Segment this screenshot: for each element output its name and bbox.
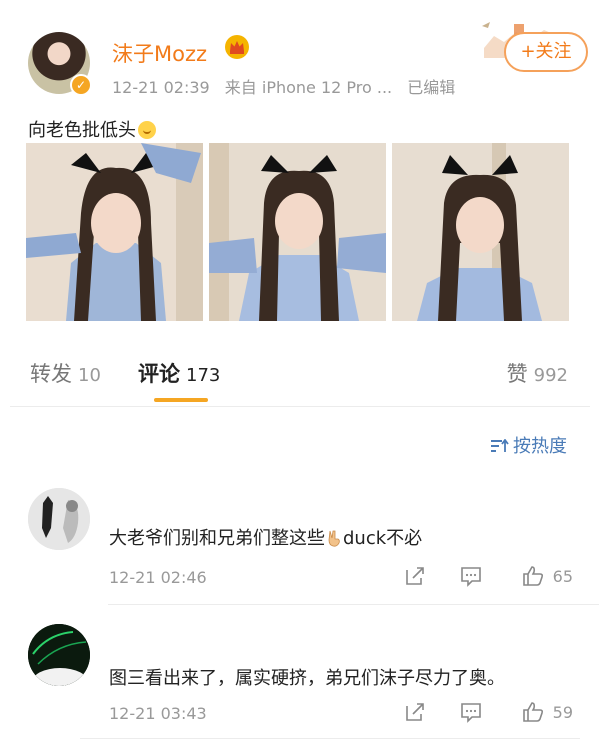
comment-item: 图三看出来了，属实硬挤，弟兄们沫子尽力了奥。 12-21 03:43 59 [28,624,573,742]
tab-forward[interactable]: 转发 10 [30,358,101,388]
post-meta: 12-21 02:39 来自 iPhone 12 Pro ... 已编辑 [112,74,465,98]
comment-text: 大老爷们别和兄弟们整这些 duck不必 [109,524,422,550]
commenter-avatar[interactable] [28,624,90,686]
post-photo-3[interactable] [392,143,569,321]
like-count: 65 [552,567,573,586]
active-tab-indicator [154,398,208,402]
comment-divider [108,604,599,605]
tab-forward-count: 10 [78,365,101,386]
detail-tabs: 转发 10 评论 173 赞 992 [30,358,568,402]
tab-likes[interactable]: 赞 992 [507,358,568,388]
post-body: 向老色批低头 [28,116,156,142]
crown-icon [225,35,249,59]
like-count: 59 [552,703,573,722]
post-header: ✓ 沫子Mozz 12-21 02:39 来自 iPhone 12 Pro ..… [28,22,588,102]
like-icon[interactable] [521,700,545,724]
commenter-avatar[interactable] [28,488,90,550]
post-time: 12-21 02:39 [112,78,210,97]
author-avatar[interactable]: ✓ [28,32,92,96]
sort-icon [491,439,509,452]
tab-forward-label: 转发 [30,362,72,386]
post-photo-1[interactable] [26,143,203,321]
post-photo-2[interactable] [209,143,386,321]
shy-face-emoji [138,121,156,139]
comment-text: 图三看出来了，属实硬挤，弟兄们沫子尽力了奥。 [109,668,505,689]
sort-button[interactable]: 按热度 [491,432,567,458]
author-name[interactable]: 沫子Mozz [112,38,207,68]
post-source[interactable]: 来自 iPhone 12 Pro ... [225,78,392,97]
comment-time: 12-21 03:43 [109,704,207,723]
tab-comments-count: 173 [186,365,221,386]
tabs-divider [10,406,590,407]
post-text: 向老色批低头 [28,120,136,141]
sort-label: 按热度 [513,436,567,457]
reply-icon[interactable] [459,564,483,588]
victory-hand-emoji [328,530,340,547]
comment-text-part1: 大老爷们别和兄弟们整这些 [109,528,325,549]
comment-divider [80,738,580,739]
comment-actions: 59 [373,700,573,726]
like-icon[interactable] [521,564,545,588]
share-icon[interactable] [403,700,427,724]
tab-likes-label: 赞 [506,362,528,386]
tab-likes-count: 992 [533,365,568,386]
comment-text-part2: duck不必 [343,528,423,549]
verified-icon: ✓ [70,74,92,96]
comment-actions: 65 [373,564,573,590]
tab-comments-label: 评论 [138,362,180,386]
photo-grid [26,143,570,321]
comment-time: 12-21 02:46 [109,568,207,587]
share-icon[interactable] [403,564,427,588]
reply-icon[interactable] [459,700,483,724]
edited-label[interactable]: 已编辑 [407,78,455,97]
tab-comments[interactable]: 评论 173 [138,358,220,388]
follow-button[interactable]: +关注 [504,32,588,72]
comment-item: 大老爷们别和兄弟们整这些 duck不必 12-21 02:46 65 [28,488,599,606]
